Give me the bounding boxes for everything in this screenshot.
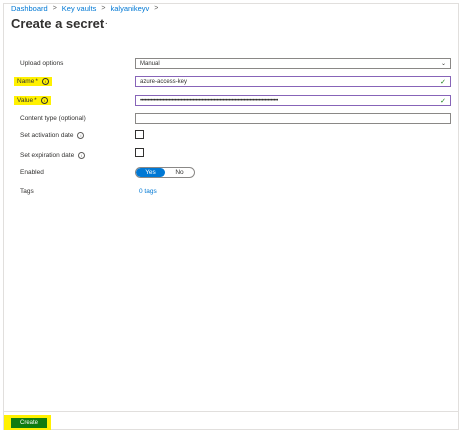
name-label-highlight: Name * i [14,76,52,86]
page-title: Create a secret [11,16,105,31]
activation-date-label-wrap: Set activation date i [20,131,135,139]
chevron-right-icon: > [154,5,159,12]
activation-date-checkbox[interactable] [135,130,144,139]
content-type-label: Content type (optional) [20,114,86,122]
name-label-wrap: Name * i [14,76,135,86]
breadcrumb-kalyanikeyv[interactable]: kalyanikeyv [111,4,150,13]
tags-link[interactable]: 0 tags [139,188,157,195]
footer-divider [4,411,458,412]
chevron-down-icon: ⌄ [440,61,446,67]
value-label: Value [17,96,34,104]
activation-date-label: Set activation date [20,131,74,139]
info-icon: i [78,151,86,159]
info-icon: i [40,96,48,104]
required-mark: * [35,77,38,85]
checkmark-icon: ✓ [440,78,446,86]
expiration-date-label: Set expiration date [20,151,75,159]
value-label-wrap: Value * i [14,95,135,105]
enabled-toggle: Yes No [135,167,195,178]
name-label: Name [17,77,35,85]
info-icon: i [77,131,85,139]
value-input[interactable]: ••••••••••••••••••••••••••••••••••••••••… [135,95,451,106]
breadcrumb: Dashboard > Key vaults > kalyanikeyv > [11,4,163,13]
content-type-input[interactable] [135,113,451,124]
name-input-value: azure-access-key [140,78,188,85]
chevron-right-icon: > [52,5,57,12]
tags-label: Tags [20,187,34,195]
upload-options-label: Upload options [20,59,64,67]
upload-options-select[interactable]: Manual ⌄ [135,58,451,69]
chevron-right-icon: > [101,5,106,12]
breadcrumb-key-vaults[interactable]: Key vaults [62,4,97,13]
breadcrumb-dashboard[interactable]: Dashboard [11,4,48,13]
enabled-yes-option[interactable]: Yes [136,168,165,177]
upload-options-value: Manual [140,60,160,67]
name-input[interactable]: azure-access-key ✓ [135,76,451,87]
checkmark-icon: ✓ [440,97,446,105]
create-button[interactable]: Create [11,418,47,428]
info-icon: i [41,77,49,85]
enabled-label: Enabled [20,168,44,176]
value-input-masked: ••••••••••••••••••••••••••••••••••••••••… [140,97,279,104]
expiration-date-label-wrap: Set expiration date i [20,151,135,159]
enabled-row: Enabled [20,166,450,178]
value-label-highlight: Value * i [14,95,51,105]
required-mark: * [34,96,37,104]
enabled-no-option[interactable]: No [165,168,194,177]
expiration-date-checkbox[interactable] [135,148,144,157]
tags-row: Tags [20,185,450,197]
activation-date-row: Set activation date i [20,129,450,141]
more-options-button[interactable]: ··· [96,18,109,29]
expiration-date-row: Set expiration date i [20,149,450,161]
